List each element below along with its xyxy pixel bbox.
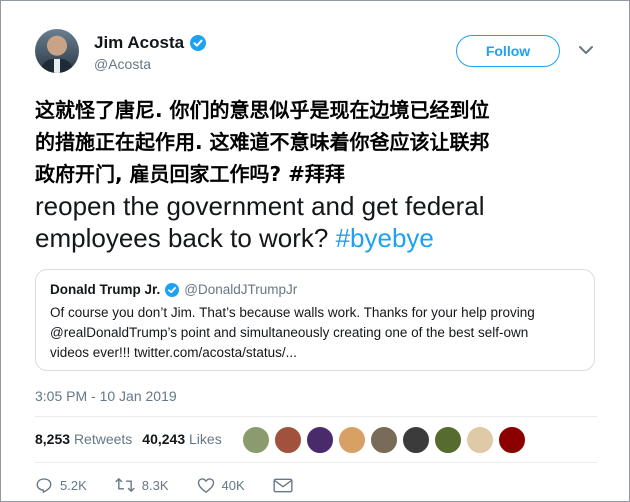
tweet-actions: 5.2K 8.3K 40K [35,476,321,494]
quoted-author-handle: @DonaldJTrumpJr [184,282,298,297]
tweet-text-line-4: reopen the government and get federal [35,191,485,221]
liker-avatar[interactable] [338,426,366,454]
retweets-count: 8,253 [35,431,71,447]
quoted-line-1: Of course you don’t Jim. That’s because … [50,305,535,320]
liker-avatar[interactable] [434,426,462,454]
reply-count: 5.2K [60,477,87,493]
tweet-card: Jim Acosta @Acosta Follow 这就怪了唐尼. 你们的意思似… [0,0,630,502]
retweets-stat[interactable]: 8,253 Retweets [35,431,132,447]
avatar-shirt [54,59,60,73]
tweet-text: 这就怪了唐尼. 你们的意思似乎是现在边境已经到位 的措施正在起作用. 这难道不意… [35,94,595,254]
author-avatar[interactable] [35,29,79,73]
tweet-timestamp[interactable]: 3:05 PM - 10 Jan 2019 [35,388,177,404]
engagement-stats: 8,253 Retweets 40,243 Likes [35,431,222,447]
likes-stat[interactable]: 40,243 Likes [142,431,221,447]
liker-avatar[interactable] [402,426,430,454]
liker-avatar[interactable] [370,426,398,454]
quoted-line-2: @realDonaldTrump’s point and simultaneou… [50,325,529,340]
retweets-label: Retweets [73,431,133,447]
liker-avatar[interactable] [466,426,494,454]
chevron-down-icon[interactable] [579,45,593,55]
author-name-line: Jim Acosta [94,33,207,53]
translation-line-3: 政府开门, 雇员回家工作吗? #拜拜 [35,162,345,186]
translation-line-2: 的措施正在起作用. 这难道不意味着你爸应该让联邦 [35,130,490,154]
tweet-text-line-5: employees back to work? #byebye [35,222,595,254]
likes-count: 40,243 [142,431,186,447]
hashtag-link[interactable]: #byebye [336,223,434,253]
liker-avatars [242,426,526,454]
quoted-verified-badge-icon [165,282,180,297]
liker-avatar[interactable] [306,426,334,454]
likes-label: Likes [189,431,222,447]
liker-avatar[interactable] [242,426,270,454]
like-count: 40K [221,477,245,493]
translation-line-1: 这就怪了唐尼. 你们的意思似乎是现在边境已经到位 [35,98,490,122]
quoted-tweet[interactable]: Donald Trump Jr. @DonaldJTrumpJr Of cour… [35,269,595,371]
follow-button[interactable]: Follow [456,35,560,67]
verified-badge-icon [190,35,207,51]
reply-icon [36,478,52,493]
mail-icon [273,478,293,492]
quoted-tweet-header: Donald Trump Jr. @DonaldJTrumpJr [50,282,580,297]
retweet-action[interactable]: 8.3K [115,476,169,494]
reply-action[interactable]: 5.2K [35,476,87,494]
quoted-author-name: Donald Trump Jr. [50,282,161,297]
retweet-icon [115,478,135,492]
like-action[interactable]: 40K [197,477,245,494]
quoted-tweet-body: Of course you don’t Jim. That’s because … [50,303,580,363]
divider-bottom [35,462,597,463]
heart-icon [197,477,214,493]
liker-avatar[interactable] [498,426,526,454]
divider-top [35,416,597,417]
tweet-text-line-5-text: employees back to work? [35,223,336,253]
direct-message-action[interactable] [273,478,293,493]
liker-avatar[interactable] [274,426,302,454]
retweet-count: 8.3K [141,477,169,493]
author-handle[interactable]: @Acosta [94,56,151,72]
author-display-name[interactable]: Jim Acosta [94,33,184,53]
quoted-line-3: videos ever!!! twitter.com/acosta/status… [50,345,297,360]
